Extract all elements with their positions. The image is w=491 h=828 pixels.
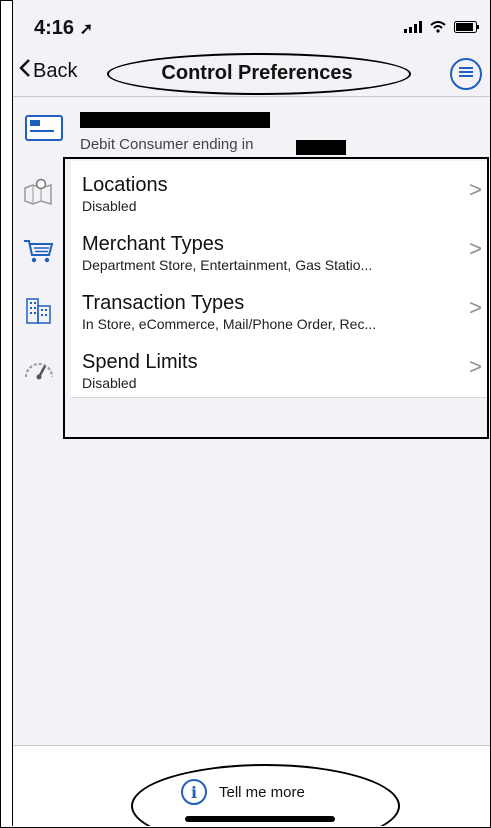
control-cell: Spend Limits Disabled > bbox=[71, 338, 490, 398]
redacted-account-number bbox=[296, 140, 346, 155]
info-icon: i bbox=[181, 779, 207, 805]
control-label: Merchant Types bbox=[82, 233, 224, 255]
map-pin-icon bbox=[23, 178, 55, 206]
tell-me-more-label: Tell me more bbox=[219, 783, 305, 801]
footer-bar: i Tell me more bbox=[13, 745, 490, 826]
account-header: Debit Consumer ending in bbox=[13, 97, 490, 157]
status-icons bbox=[404, 20, 480, 38]
shopping-cart-icon bbox=[23, 237, 55, 265]
navigation-bar: Back Control Preferences bbox=[13, 50, 490, 97]
menu-icon bbox=[459, 65, 473, 83]
phone-screen: 4:16 ➚ Back Control Preferences Debit Co… bbox=[12, 0, 491, 826]
speedometer-icon bbox=[23, 355, 55, 383]
control-cell: Locations Disabled > bbox=[71, 161, 490, 221]
chevron-right-icon: > bbox=[469, 295, 482, 320]
control-value: Disabled bbox=[82, 375, 137, 391]
building-icon bbox=[23, 296, 55, 324]
back-label: Back bbox=[33, 59, 78, 82]
back-button[interactable]: Back bbox=[19, 58, 77, 84]
control-cell: Merchant Types Department Store, Enterta… bbox=[71, 220, 490, 280]
battery-icon bbox=[454, 20, 480, 38]
status-time: 4:16 ➚ bbox=[34, 17, 93, 39]
redacted-account-name bbox=[80, 112, 270, 128]
location-arrow-icon: ➚ bbox=[79, 21, 93, 38]
control-list: Locations Disabled > Merchant Types Depa… bbox=[13, 161, 490, 401]
control-label: Locations bbox=[82, 174, 168, 196]
tell-me-more-button[interactable]: i Tell me more bbox=[181, 779, 305, 805]
page-title: Control Preferences bbox=[161, 62, 353, 84]
status-bar: 4:16 ➚ bbox=[13, 0, 490, 50]
home-indicator bbox=[185, 816, 335, 822]
chevron-right-icon: > bbox=[469, 354, 482, 379]
control-value: Department Store, Entertainment, Gas Sta… bbox=[82, 257, 373, 273]
chevron-right-icon: > bbox=[469, 236, 482, 261]
control-row-transaction-types[interactable]: Transaction Types In Store, eCommerce, M… bbox=[13, 279, 490, 339]
chevron-left-icon bbox=[19, 58, 31, 84]
control-row-locations[interactable]: Locations Disabled > bbox=[13, 161, 490, 221]
control-cell: Transaction Types In Store, eCommerce, M… bbox=[71, 279, 490, 339]
control-row-spend-limits[interactable]: Spend Limits Disabled > bbox=[13, 338, 490, 398]
menu-button[interactable] bbox=[450, 58, 482, 90]
control-label: Spend Limits bbox=[82, 351, 198, 373]
control-value: Disabled bbox=[82, 198, 137, 214]
chevron-right-icon: > bbox=[469, 177, 482, 202]
control-label: Transaction Types bbox=[82, 292, 245, 314]
control-row-merchant-types[interactable]: Merchant Types Department Store, Enterta… bbox=[13, 220, 490, 280]
credit-card-icon bbox=[25, 115, 63, 141]
control-value: In Store, eCommerce, Mail/Phone Order, R… bbox=[82, 316, 377, 332]
wifi-icon bbox=[430, 20, 446, 38]
account-description: Debit Consumer ending in bbox=[80, 136, 254, 153]
signal-icon bbox=[404, 20, 422, 38]
